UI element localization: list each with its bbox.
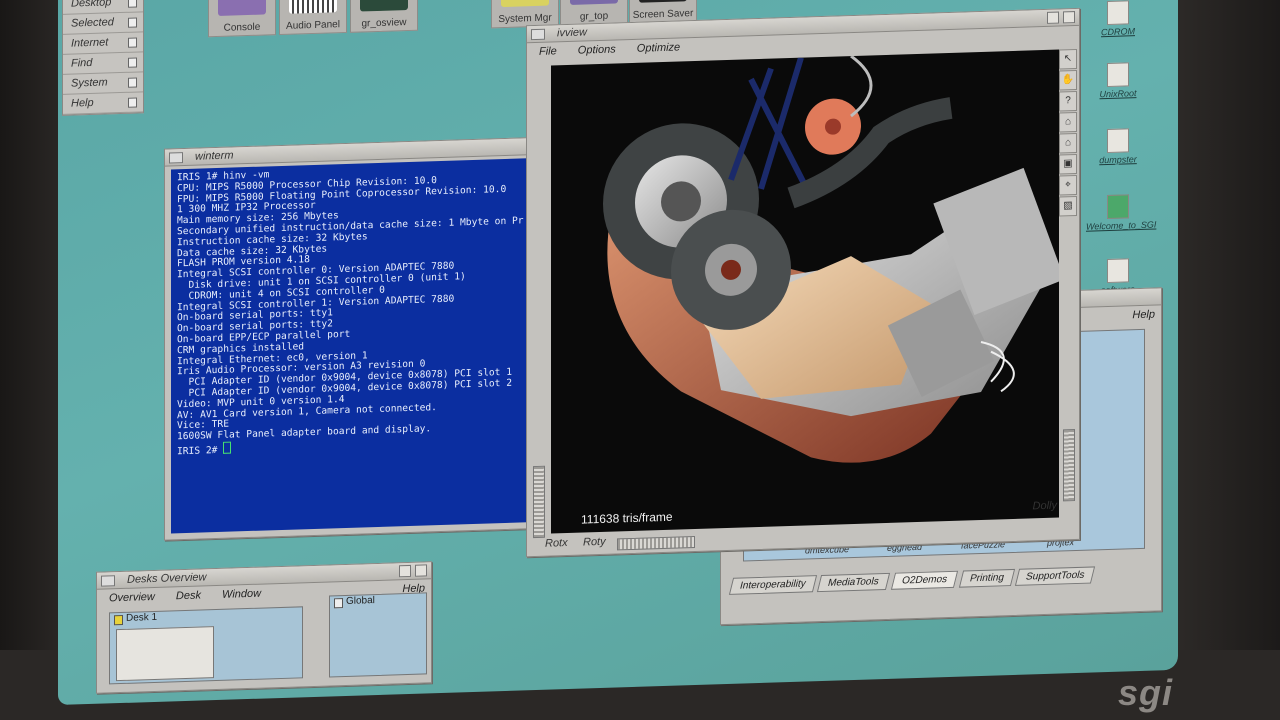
desktop-icon-dumpster[interactable]: dumpster	[1086, 128, 1150, 166]
toolchest-system[interactable]: System	[63, 72, 143, 95]
camera-icon[interactable]: ▧	[1059, 195, 1077, 217]
cdrom-icon	[1107, 0, 1129, 26]
folder-icon	[1107, 62, 1129, 88]
ivview-window: ivview File Options Optimize 111638 tris…	[526, 7, 1080, 558]
tab-printing[interactable]: Printing	[958, 568, 1015, 588]
audio-panel-icon	[289, 0, 337, 14]
desktop-icon-unixroot[interactable]: UnixRoot	[1086, 62, 1150, 100]
winterm-window: winterm IRIS 1# hinv -vm CPU: MIPS R5000 …	[164, 136, 546, 541]
menu-window[interactable]: Window	[222, 588, 261, 601]
launcher-gr-osview[interactable]: gr_osview	[350, 0, 418, 33]
help-icon[interactable]: ?	[1059, 90, 1077, 112]
toolchest-find[interactable]: Find	[63, 52, 143, 75]
toolchest-selected[interactable]: Selected	[63, 12, 143, 35]
desk-1-pane[interactable]: Desk 1	[109, 606, 303, 685]
desks-overview-window: Desks Overview Overview Desk Window Help…	[96, 561, 432, 694]
desk-global-pane[interactable]: Global	[329, 592, 427, 678]
desk-inactive-icon	[334, 598, 343, 609]
home-icon[interactable]: ⌂	[1059, 111, 1077, 133]
gr-osview-icon	[360, 0, 408, 12]
system-mgr-icon	[501, 0, 549, 8]
window-menu-icon[interactable]	[101, 575, 115, 587]
seek-icon[interactable]: ⌖	[1059, 174, 1077, 196]
tab-mediatools[interactable]: MediaTools	[817, 572, 891, 593]
menu-file[interactable]: File	[539, 45, 557, 58]
engine-model-render	[603, 54, 1059, 463]
desk-active-icon	[114, 614, 123, 626]
rotx-label: Rotx	[545, 536, 568, 550]
window-menu-icon[interactable]	[169, 152, 183, 164]
triangle-count: 111638 tris/frame	[581, 509, 673, 527]
desktop-icon-cdrom[interactable]: CDROM	[1086, 0, 1150, 38]
toolchest-help[interactable]: Help	[63, 92, 143, 115]
screen-saver-icon	[639, 0, 687, 3]
minimize-icon[interactable]	[399, 564, 411, 578]
minimize-icon[interactable]	[1047, 11, 1059, 24]
3d-viewport[interactable]: 111638 tris/frame	[551, 49, 1059, 534]
rotx-thumbwheel[interactable]	[533, 465, 545, 539]
console-icon	[218, 0, 266, 16]
maximize-icon[interactable]	[415, 564, 427, 577]
terminal-output[interactable]: IRIS 1# hinv -vm CPU: MIPS R5000 Processo…	[171, 157, 539, 534]
sgi-logo: sgi	[1118, 672, 1174, 713]
desk-window-thumb	[116, 626, 214, 682]
roty-thumbwheel[interactable]	[617, 535, 695, 551]
tab-o2demos[interactable]: O2Demos	[890, 570, 958, 590]
catalog-help-menu[interactable]: Help	[1132, 306, 1155, 325]
launcher-console[interactable]: Console	[208, 0, 276, 38]
view-all-icon[interactable]: ▣	[1059, 153, 1077, 175]
dumpster-icon	[1107, 128, 1129, 154]
hand-icon[interactable]: ✋	[1059, 69, 1077, 91]
software-icon	[1107, 258, 1129, 284]
launcher-audio-panel[interactable]: Audio Panel	[279, 0, 347, 36]
roty-label: Roty	[583, 535, 606, 549]
dolly-thumbwheel[interactable]	[1063, 429, 1075, 502]
maximize-icon[interactable]	[1063, 11, 1075, 24]
toolchest-internet[interactable]: Internet	[63, 32, 143, 55]
tab-interoperability[interactable]: Interoperability	[728, 575, 817, 595]
menu-optimize[interactable]: Optimize	[637, 41, 680, 54]
menu-desk[interactable]: Desk	[176, 590, 201, 603]
desktop-icon-welcome[interactable]: Welcome_to_SGI	[1086, 194, 1156, 232]
menu-options[interactable]: Options	[578, 43, 616, 56]
window-menu-icon[interactable]	[531, 28, 545, 41]
menu-overview[interactable]: Overview	[109, 591, 155, 604]
text-cursor-icon	[223, 441, 232, 454]
desktop-screen: Desktop Selected Internet Find System He…	[58, 0, 1178, 705]
monitor-bezel-left	[0, 0, 62, 720]
catalog-tabs: Interoperability MediaTools O2Demos Prin…	[728, 566, 1096, 595]
viewer-tool-column: ↖ ✋ ? ⌂ ⌂ ▣ ⌖ ▧	[1059, 48, 1077, 218]
pick-arrow-icon[interactable]: ↖	[1059, 48, 1077, 70]
tab-supporttools[interactable]: SupportTools	[1015, 566, 1096, 586]
set-home-icon[interactable]: ⌂	[1059, 132, 1077, 154]
monitor-bezel-right	[1175, 0, 1280, 720]
welcome-icon	[1107, 194, 1129, 220]
dolly-label: Dolly	[1032, 499, 1057, 513]
gr-top-icon	[570, 0, 618, 5]
toolchest: Desktop Selected Internet Find System He…	[62, 0, 144, 116]
